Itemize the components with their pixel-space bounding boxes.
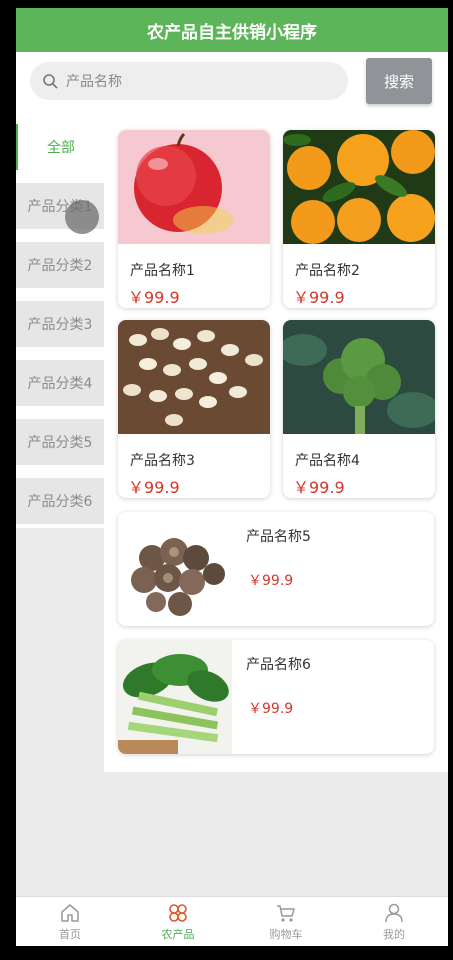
home-icon <box>61 904 79 922</box>
product-name: 产品名称5 <box>246 529 311 545</box>
sidebar-item-category-3[interactable]: 产品分类3 <box>16 301 104 347</box>
product-card-4[interactable]: 产品名称4 ￥99.9 <box>283 320 435 498</box>
tab-products[interactable]: 农产品 <box>124 897 232 946</box>
product-name: 产品名称2 <box>295 263 360 279</box>
sidebar-item-all[interactable]: 全部 <box>16 124 104 170</box>
title-bar: 农产品自主供销小程序 <box>16 8 448 52</box>
search-icon <box>43 74 58 89</box>
product-card-5[interactable]: 产品名称5 ￥99.9 <box>118 512 434 626</box>
product-price: ￥99.9 <box>128 478 180 497</box>
search-button[interactable]: 搜索 <box>366 58 432 104</box>
product-card-6[interactable]: 产品名称6 ￥99.9 <box>118 640 434 754</box>
search-input[interactable]: 产品名称 <box>30 62 348 100</box>
product-name: 产品名称4 <box>295 453 360 469</box>
greens-image <box>118 640 232 754</box>
search-placeholder: 产品名称 <box>66 74 122 90</box>
grid-icon <box>169 904 187 922</box>
product-card-2[interactable]: 产品名称2 ￥99.9 <box>283 130 435 308</box>
product-price: ￥99.9 <box>293 478 345 497</box>
product-name: 产品名称3 <box>130 453 195 469</box>
tab-label: 首页 <box>59 928 81 941</box>
product-name: 产品名称6 <box>246 657 311 673</box>
tab-profile[interactable]: 我的 <box>340 897 448 946</box>
touch-indicator <box>65 200 99 234</box>
app-title: 农产品自主供销小程序 <box>147 22 317 43</box>
product-price: ￥99.9 <box>293 288 345 307</box>
sidebar-item-category-4[interactable]: 产品分类4 <box>16 360 104 406</box>
oranges-image <box>283 130 435 244</box>
user-icon <box>385 903 403 923</box>
garlic-image <box>118 320 270 434</box>
bottom-tab-bar: 首页 农产品 购物车 我的 <box>16 896 448 946</box>
product-price: ￥99.9 <box>128 288 180 307</box>
product-price: ￥99.9 <box>248 573 294 589</box>
tab-home[interactable]: 首页 <box>16 897 124 946</box>
tab-label: 购物车 <box>269 928 303 941</box>
cart-icon <box>277 905 295 922</box>
mushrooms-image <box>118 512 232 626</box>
sidebar-item-category-6[interactable]: 产品分类6 <box>16 478 104 524</box>
search-area: 产品名称 搜索 <box>16 52 448 116</box>
product-card-1[interactable]: 产品名称1 ￥99.9 <box>118 130 270 308</box>
sidebar-item-category-2[interactable]: 产品分类2 <box>16 242 104 288</box>
sidebar-item-category-5[interactable]: 产品分类5 <box>16 419 104 465</box>
product-list: 产品名称1 ￥99.9 产品名称2 ￥99.9 产品名称3 ￥99.9 产品名称… <box>104 116 448 772</box>
tab-label: 农产品 <box>161 928 195 941</box>
broccoli-image <box>283 320 435 434</box>
app-screen: 农产品自主供销小程序 产品名称 搜索 全部 产品分类1 产品分类2 产品分类3 … <box>16 8 448 946</box>
tab-cart[interactable]: 购物车 <box>232 897 340 946</box>
apple-image <box>118 130 270 244</box>
product-card-3[interactable]: 产品名称3 ￥99.9 <box>118 320 270 498</box>
product-price: ￥99.9 <box>248 701 294 717</box>
product-name: 产品名称1 <box>130 263 195 279</box>
tab-label: 我的 <box>383 928 405 941</box>
